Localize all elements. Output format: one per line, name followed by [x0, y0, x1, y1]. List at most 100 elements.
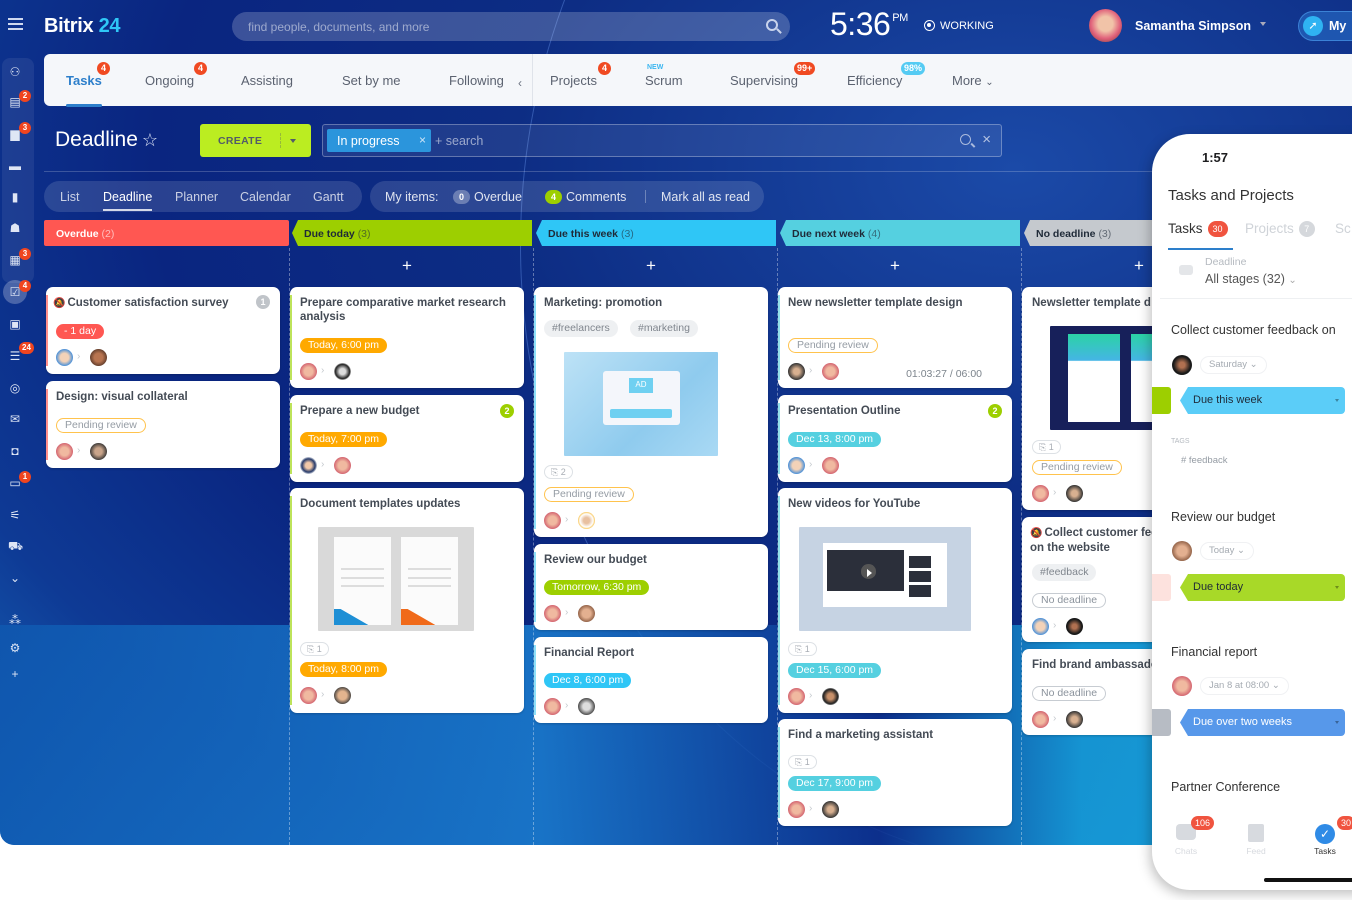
add-task-next-week[interactable]: + [890, 256, 900, 276]
target-icon[interactable]: ◎ [8, 382, 22, 394]
creator-avatar[interactable] [544, 698, 561, 715]
task-card[interactable]: Marketing: promotion #freelancers #marke… [534, 287, 768, 537]
tab-following[interactable]: Following [449, 73, 504, 88]
task-card[interactable]: Financial Report Dec 8, 6:00 pm › [534, 637, 768, 723]
task-card[interactable]: Review our budget Tomorrow, 6:30 pm › [534, 544, 768, 630]
box-icon[interactable]: ◘ [8, 445, 22, 457]
phone-task-title[interactable]: Financial report [1171, 645, 1257, 659]
view-calendar[interactable]: Calendar [240, 190, 291, 204]
marketing-thumbnail[interactable]: AD [564, 352, 718, 456]
deadline-pill[interactable]: Tomorrow, 6:30 pm [544, 580, 650, 595]
column-due-today[interactable]: Due today (3) [292, 220, 532, 246]
creator-avatar[interactable] [544, 512, 561, 529]
work-status[interactable]: WORKING [924, 20, 994, 32]
deadline-pill[interactable]: Dec 17, 9:00 pm [788, 776, 882, 791]
nav-tasks[interactable]: ✓ Tasks 30 [1305, 816, 1352, 856]
global-search-input[interactable]: find people, documents, and more [232, 12, 790, 41]
sitemap-icon[interactable]: ⁂ [8, 614, 22, 626]
creator-avatar[interactable] [788, 457, 805, 474]
comments-filter[interactable]: 4 Comments [545, 190, 626, 204]
assignee-avatar[interactable] [90, 349, 107, 366]
attachment-count[interactable]: ⎘ 1 [300, 642, 329, 656]
clear-icon[interactable]: × [982, 131, 991, 148]
assignee-avatar[interactable] [578, 605, 595, 622]
deadline-pill[interactable]: Dec 15, 6:00 pm [788, 663, 882, 678]
task-card[interactable]: Prepare comparative market research anal… [290, 287, 524, 388]
assignee-avatar[interactable] [90, 443, 107, 460]
no-deadline-pill[interactable]: No deadline [1032, 686, 1107, 701]
stage-dropdown[interactable]: Due over two weeks [1180, 709, 1345, 736]
chevron-left-icon[interactable]: ‹ [518, 76, 522, 90]
task-card[interactable]: Newsletter template d ⎘ 1 Pending review… [1022, 287, 1183, 510]
phone-task-title[interactable]: Review our budget [1171, 510, 1275, 524]
attachment-count[interactable]: ⎘ 1 [1032, 440, 1061, 454]
column-due-this-week[interactable]: Due this week (3) [536, 220, 776, 246]
due-dropdown[interactable]: Today ⌄ [1200, 542, 1254, 560]
tab-ongoing[interactable]: Ongoing 4 [145, 62, 207, 88]
deadline-pill[interactable]: - 1 day [56, 324, 105, 339]
status-pill[interactable]: Pending review [544, 487, 634, 502]
assignee-avatar[interactable] [578, 512, 595, 529]
document-thumbnail[interactable] [318, 527, 474, 631]
filter-search-bar[interactable]: In progress × + search × [322, 124, 1002, 157]
filter-chip[interactable]: In progress × [327, 129, 431, 152]
video-thumbnail[interactable] [799, 527, 971, 631]
status-pill[interactable]: Pending review [56, 418, 146, 433]
task-card[interactable]: 🔕 Collect customer fee on the website #fe… [1022, 517, 1172, 642]
status-pill[interactable]: Pending review [788, 338, 878, 353]
caret-down-icon[interactable] [290, 139, 296, 146]
deadline-pill[interactable]: Today, 8:00 pm [300, 662, 388, 677]
creator-avatar[interactable] [1032, 711, 1049, 728]
assignee-avatar[interactable] [822, 457, 839, 474]
task-card[interactable]: 🔕 Customer satisfaction survey 1 - 1 day … [46, 287, 280, 374]
assignee-avatar[interactable] [334, 363, 351, 380]
column-due-next-week[interactable]: Due next week (4) [780, 220, 1020, 246]
assignee-avatar[interactable] [578, 698, 595, 715]
deadline-pill[interactable]: Dec 13, 8:00 pm [788, 432, 882, 447]
stages-dropdown[interactable]: All stages (32) ⌄ [1205, 272, 1297, 286]
nav-chats[interactable]: Chats 106 [1166, 816, 1215, 856]
task-card[interactable]: New newsletter template design Pending r… [778, 287, 1012, 388]
phone-tab-tasks[interactable]: Tasks 30 [1168, 221, 1228, 237]
assignee-avatar[interactable] [822, 363, 839, 380]
view-list[interactable]: List [60, 190, 79, 204]
add-task-week[interactable]: + [646, 256, 656, 276]
creator-avatar[interactable] [788, 801, 805, 818]
tab-supervising[interactable]: Supervising 99+ [730, 62, 816, 88]
task-card[interactable]: Prepare a new budget 2 Today, 7:00 pm › [290, 395, 524, 482]
stage-dropdown[interactable]: Due this week [1180, 387, 1345, 414]
creator-avatar[interactable] [300, 687, 317, 704]
tag-marketing[interactable]: #marketing [630, 320, 698, 337]
add-icon[interactable]: + [8, 668, 22, 680]
comment-count[interactable]: 2 [500, 404, 514, 418]
phone-tab-scrum[interactable]: Sc [1335, 221, 1351, 236]
tag-feedback[interactable]: #feedback [1032, 564, 1097, 581]
task-card[interactable]: Design: visual collateral Pending review… [46, 381, 280, 468]
deadline-pill[interactable]: Dec 8, 6:00 pm [544, 673, 632, 688]
due-dropdown[interactable]: Saturday ⌄ [1200, 356, 1267, 374]
comment-count[interactable]: 1 [256, 295, 270, 309]
tab-scrum[interactable]: Scrum NEW [645, 64, 683, 88]
creator-avatar[interactable] [56, 443, 73, 460]
time-tracker[interactable]: 01:03:27 / 06:00 [906, 368, 982, 380]
view-deadline[interactable]: Deadline [103, 190, 153, 211]
status-pill[interactable]: Pending review [1032, 460, 1122, 475]
column-no-deadline[interactable]: No deadline (3) [1024, 220, 1164, 246]
nav-feed[interactable]: Feed [1236, 824, 1276, 856]
phone-task-title[interactable]: Partner Conference [1171, 780, 1280, 794]
group-icon[interactable]: ☗ [8, 222, 22, 234]
mark-all-read-link[interactable]: Mark all as read [661, 190, 750, 204]
attachment-count[interactable]: ⎘ 1 [788, 755, 817, 769]
assignee-avatar[interactable] [1066, 485, 1083, 502]
document-icon[interactable]: ▮ [8, 191, 22, 203]
user-menu[interactable]: Samantha Simpson [1135, 19, 1266, 33]
attachment-count[interactable]: ⎘ 1 [788, 642, 817, 656]
attachment-count[interactable]: ⎘ 2 [544, 465, 573, 479]
creator-avatar[interactable] [56, 349, 73, 366]
tab-projects[interactable]: Projects 4 [550, 62, 611, 88]
remove-chip-icon[interactable]: × [419, 133, 426, 147]
task-card[interactable]: Presentation Outline 2 Dec 13, 8:00 pm › [778, 395, 1012, 482]
add-task-today[interactable]: + [402, 256, 412, 276]
comment-count[interactable]: 2 [988, 404, 1002, 418]
contact-card-icon[interactable]: ▣ [8, 318, 22, 330]
